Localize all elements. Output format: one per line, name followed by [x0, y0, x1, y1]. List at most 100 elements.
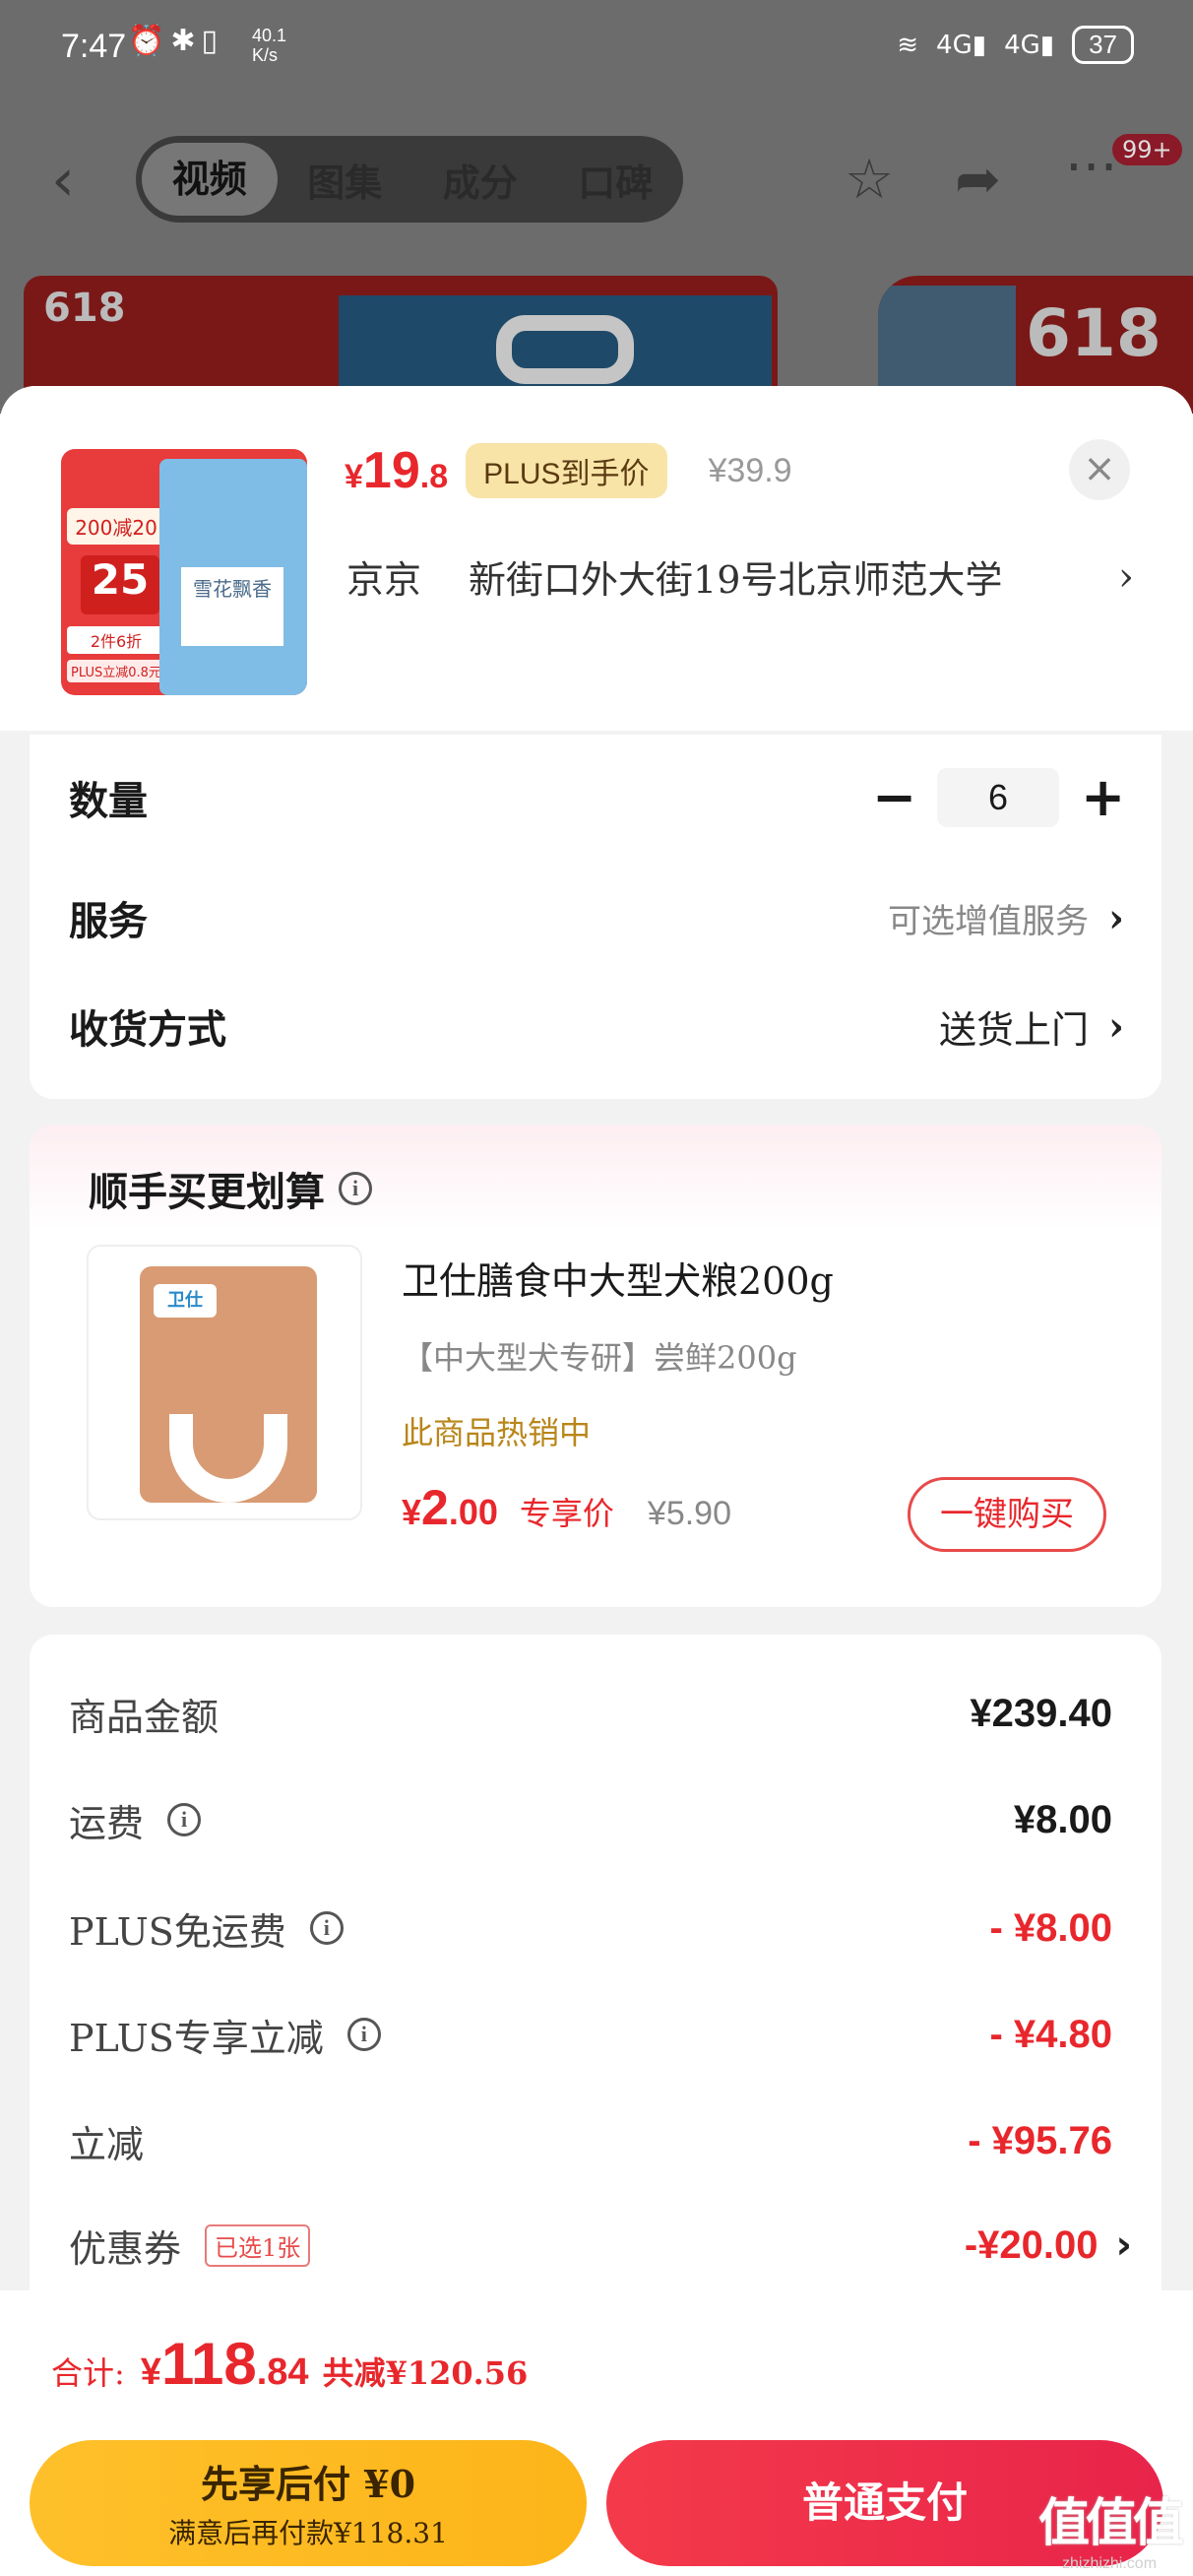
media-tabs: 视频 图集 成分 口碑 [136, 136, 683, 223]
total-symbol: ¥ [140, 2351, 161, 2393]
address-city: 京京 [346, 558, 422, 602]
tab-gallery[interactable]: 图集 [278, 153, 413, 207]
summary-row-coupon[interactable]: 优惠券 已选1张 -¥20.00 › [69, 2216, 1132, 2275]
summary-value: - ¥8.00 [989, 1905, 1112, 1950]
summary-value: -¥20.00 [964, 2222, 1099, 2267]
upsell-product-subtitle: 【中大型犬专研】尝鲜200g [402, 1339, 797, 1377]
summary-row-instant-discount: 立减 - ¥95.76 [69, 2111, 1112, 2170]
signal-2-icon: 4G▮ [1004, 30, 1055, 60]
price-row: ¥ 19 .8 PLUS到手价 ¥39.9 [345, 441, 792, 500]
pay-later-sub-label: 满意后再付款¥118.31 [168, 2517, 448, 2549]
address-row[interactable]: 京京 新街口外大街19号北京师范大学 › [346, 549, 1134, 604]
quantity-value[interactable]: 6 [937, 768, 1059, 827]
watermark-url: zhizhizhi.com [1061, 2555, 1158, 2572]
upsell-price-integer: 2 [421, 1480, 449, 1535]
upsell-price-tag: 专享价 [519, 1495, 614, 1532]
total-integer: 118 [160, 2331, 257, 2397]
top-nav: ‹ 视频 图集 成分 口碑 ☆ ➦ ··· 99+ [0, 128, 1193, 226]
upsell-product-image[interactable]: 卫仕 [87, 1245, 362, 1520]
sheet-header: 200减20 25 2件6折 PLUS立减0.8元 雪花飘香 ¥ 19 .8 P… [0, 386, 1193, 731]
chevron-right-icon: › [1108, 1002, 1124, 1050]
total-label: 合计: [51, 2354, 125, 2392]
rice-bag-label: 雪花飘香 [181, 567, 283, 646]
more-icon[interactable]: ··· [1065, 136, 1117, 200]
decrement-button[interactable]: − [872, 771, 916, 824]
chevron-right-icon: › [1115, 2222, 1132, 2268]
info-icon[interactable]: i [346, 2018, 381, 2051]
delivery-value: 送货上门 › [938, 1002, 1124, 1052]
one-click-buy-button[interactable]: 一键购买 [908, 1477, 1106, 1552]
share-icon[interactable]: ➦ [955, 148, 1001, 212]
plus-price-badge: PLUS到手价 [466, 443, 667, 498]
banner-right-618-tag: 618 [1026, 295, 1162, 371]
product-thumbnail[interactable]: 200减20 25 2件6折 PLUS立减0.8元 雪花飘香 [61, 449, 307, 695]
upsell-title: 顺手买更划算 i [89, 1160, 372, 1217]
upsell-product-name[interactable]: 卫仕膳食中大型犬粮200g [402, 1251, 834, 1305]
back-icon[interactable]: ‹ [51, 146, 75, 215]
delivery-label: 收货方式 [69, 1006, 226, 1053]
message-badge: 99+ [1112, 134, 1182, 165]
info-icon[interactable]: i [339, 1172, 372, 1205]
bag-handle [496, 315, 634, 384]
status-right: ≋ 4G▮ 4G▮ 37 [897, 26, 1134, 64]
coupon-value-wrap: -¥20.00 › [965, 2222, 1132, 2268]
summary-label: PLUS专享立减 i [69, 2008, 381, 2062]
pay-later-main-label: 先享后付 ¥0 [200, 2462, 416, 2506]
options-card: 数量 − 6 + 服务 可选增值服务 › 收货方式 送货上门 › [30, 735, 1162, 1099]
quantity-row: 数量 − 6 + [69, 758, 1125, 837]
network-speed: 40.1 K/s [252, 26, 287, 65]
close-icon[interactable]: × [1069, 439, 1130, 500]
tab-ingredients[interactable]: 成分 [412, 153, 548, 207]
pay-later-button[interactable]: 先享后付 ¥0 满意后再付款¥118.31 [30, 2440, 587, 2566]
upsell-price-symbol: ¥ [402, 1492, 422, 1532]
summary-value: ¥239.40 [970, 1691, 1112, 1735]
summary-row-plus-discount: PLUS专享立减 i - ¥4.80 [69, 2005, 1112, 2064]
chevron-right-icon: › [1118, 553, 1134, 600]
battery-icon: 37 [1072, 26, 1134, 64]
total-decimal: .84 [256, 2351, 309, 2393]
summary-label: 优惠券 已选1张 [69, 2219, 311, 2273]
delivery-row[interactable]: 收货方式 送货上门 › [69, 987, 1124, 1065]
upsell-card: 顺手买更划算 i 卫仕 卫仕膳食中大型犬粮200g 【中大型犬专研】尝鲜200g… [30, 1125, 1162, 1607]
summary-label: 商品金额 [69, 1695, 220, 1739]
price-decimal: .8 [419, 458, 449, 495]
chevron-right-icon: › [1108, 894, 1124, 941]
star-icon[interactable]: ☆ [845, 148, 894, 212]
watermark-logo: 值值值 [1037, 2495, 1184, 2552]
total-saved: 共减¥120.56 [322, 2354, 529, 2392]
thumb-discount-number: 25 [81, 555, 159, 614]
upsell-price-row: ¥ 2 .00 专享价 ¥5.90 [402, 1479, 731, 1536]
price-symbol: ¥ [345, 458, 363, 495]
tab-reviews[interactable]: 口碑 [548, 153, 684, 207]
upsell-original-price: ¥5.90 [647, 1495, 731, 1532]
coupon-count-chip: 已选1张 [205, 2223, 311, 2267]
summary-value: ¥8.00 [1013, 1797, 1112, 1841]
quantity-label: 数量 [69, 778, 148, 824]
thumb-promo-tag: 200减20 [67, 508, 165, 545]
address-street: 新街口外大街19号北京师范大学 [469, 558, 1003, 602]
status-bar: 7:47 ⏰✱▯ 40.1 K/s ≋ 4G▮ 4G▮ 37 [0, 0, 1193, 98]
background-product-page: 7:47 ⏰✱▯ 40.1 K/s ≋ 4G▮ 4G▮ 37 ‹ 视频 图集 成… [0, 0, 1193, 414]
summary-row-plus-shipping: PLUS免运费 i - ¥8.00 [69, 1899, 1112, 1958]
brand-logo: 卫仕 [154, 1284, 217, 1318]
info-icon[interactable]: i [167, 1803, 202, 1836]
quantity-stepper: − 6 + [872, 768, 1125, 827]
price-integer: 19 [362, 442, 420, 499]
original-price: ¥39.9 [708, 451, 792, 489]
tab-video[interactable]: 视频 [142, 143, 278, 216]
service-label: 服务 [69, 898, 148, 944]
increment-button[interactable]: + [1081, 771, 1125, 824]
status-notification-icons: ⏰✱▯ [128, 24, 223, 58]
summary-value: - ¥4.80 [989, 2012, 1112, 2056]
status-time: 7:47 [61, 28, 127, 65]
service-row[interactable]: 服务 可选增值服务 › [69, 878, 1124, 957]
banner-618-tag: 618 [43, 286, 126, 331]
info-icon[interactable]: i [309, 1911, 344, 1945]
summary-label: 运费 i [69, 1793, 202, 1847]
site-watermark: 值值值 zhizhizhi.com [1036, 2481, 1184, 2573]
purchase-sheet: 200减20 25 2件6折 PLUS立减0.8元 雪花飘香 ¥ 19 .8 P… [0, 386, 1193, 2576]
upsell-hot-text: 此商品热销中 [402, 1414, 592, 1451]
thumb-discount-line: 2件6折 [67, 626, 165, 654]
total-row: 合计: ¥ 118 .84 共减¥120.56 [51, 2330, 528, 2398]
thumb-plus-line: PLUS立减0.8元 [67, 660, 165, 682]
